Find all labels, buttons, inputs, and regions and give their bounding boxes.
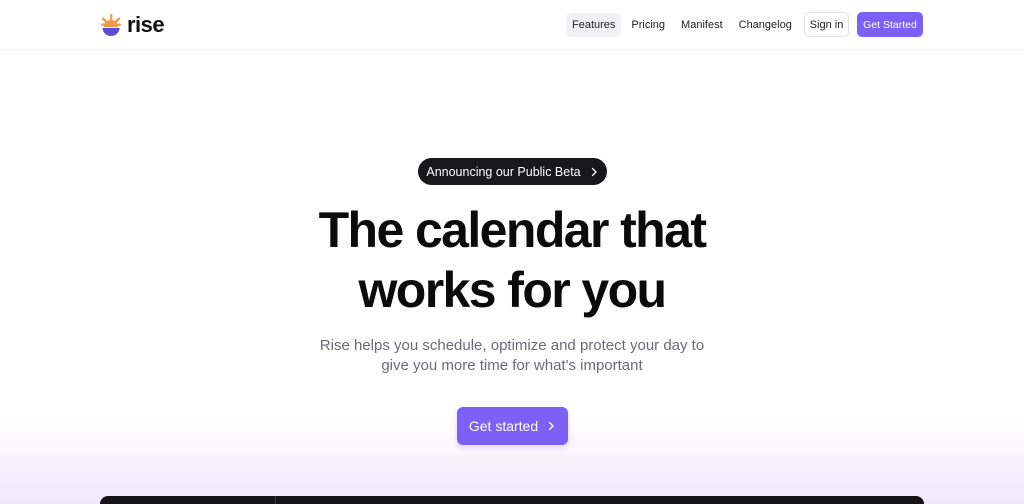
nav-item-pricing[interactable]: Pricing bbox=[625, 13, 671, 37]
nav-item-changelog[interactable]: Changelog bbox=[733, 13, 798, 37]
page: rise Features Pricing Manifest Changelog… bbox=[0, 0, 1024, 504]
get-started-nav-button[interactable]: Get Started bbox=[857, 12, 923, 37]
brand-name: rise bbox=[127, 12, 165, 37]
top-navbar: rise Features Pricing Manifest Changelog… bbox=[0, 0, 1024, 50]
announcement-text: Announcing our Public Beta bbox=[426, 164, 581, 179]
app-preview-frame bbox=[100, 496, 924, 504]
get-started-button[interactable]: Get started bbox=[457, 407, 568, 445]
sign-in-button[interactable]: Sign in bbox=[804, 12, 849, 37]
hero-subtitle-line-1: Rise helps you schedule, optimize and pr… bbox=[319, 337, 705, 354]
hero-title-line-1: The calendar that bbox=[318, 202, 707, 258]
announcement-pill[interactable]: Announcing our Public Beta bbox=[418, 158, 607, 185]
chevron-right-icon bbox=[591, 167, 597, 176]
sunrise-logo-icon bbox=[101, 14, 121, 36]
hero-subtitle: Rise helps you schedule, optimize and pr… bbox=[262, 336, 762, 376]
nav-item-features[interactable]: Features bbox=[566, 13, 622, 37]
hero-subtitle-line-2: give you more time for what's important bbox=[381, 357, 643, 374]
brand-logo[interactable]: rise bbox=[101, 12, 165, 38]
hero-title-line-2: works for you bbox=[358, 262, 667, 318]
nav-item-manifest[interactable]: Manifest bbox=[675, 13, 729, 37]
preview-divider bbox=[275, 496, 276, 504]
main-nav: Features Pricing Manifest Changelog bbox=[566, 13, 798, 37]
chevron-right-icon bbox=[548, 421, 554, 431]
hero-title: The calendar that works for you bbox=[212, 200, 812, 320]
get-started-label: Get started bbox=[468, 418, 539, 434]
